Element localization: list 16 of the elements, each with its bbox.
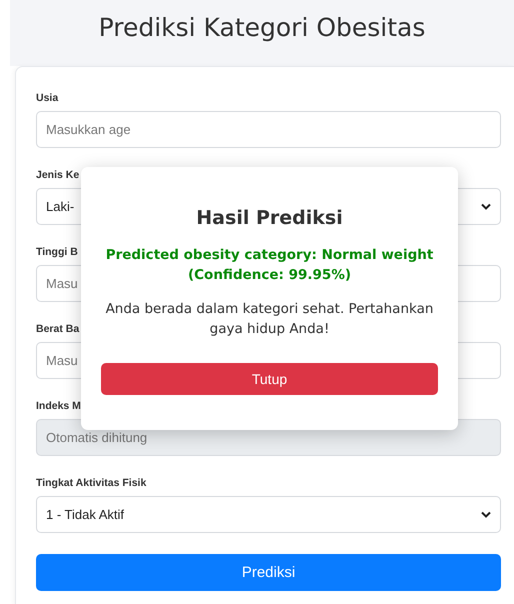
chevron-down-icon [481,511,491,518]
predict-button[interactable]: Prediksi [36,554,501,591]
field-label: Usia [36,92,58,105]
input-field[interactable]: Masukkan age [36,111,501,148]
field-label: Jenis Ke [36,169,80,182]
field-label: Indeks M [36,400,81,413]
page-title: Prediksi Kategori Obesitas [10,0,514,66]
field-label: Tinggi B [36,246,78,259]
field-label: Berat Ba [36,323,80,336]
chevron-down-icon [481,203,491,210]
close-button[interactable]: Tutup [101,363,438,395]
select-field[interactable]: 1 - Tidak Aktif [36,496,501,533]
result-message: Anda berada dalam kategori sehat. Pertahankan gaya hidup Anda! [104,300,434,339]
result-text: Predicted obesity category: Normal weight (Confidence: 99.95%) [104,246,434,285]
dialog-title: Hasil Prediksi [195,207,344,229]
field-label: Tingkat Aktivitas Fisik [36,477,146,490]
